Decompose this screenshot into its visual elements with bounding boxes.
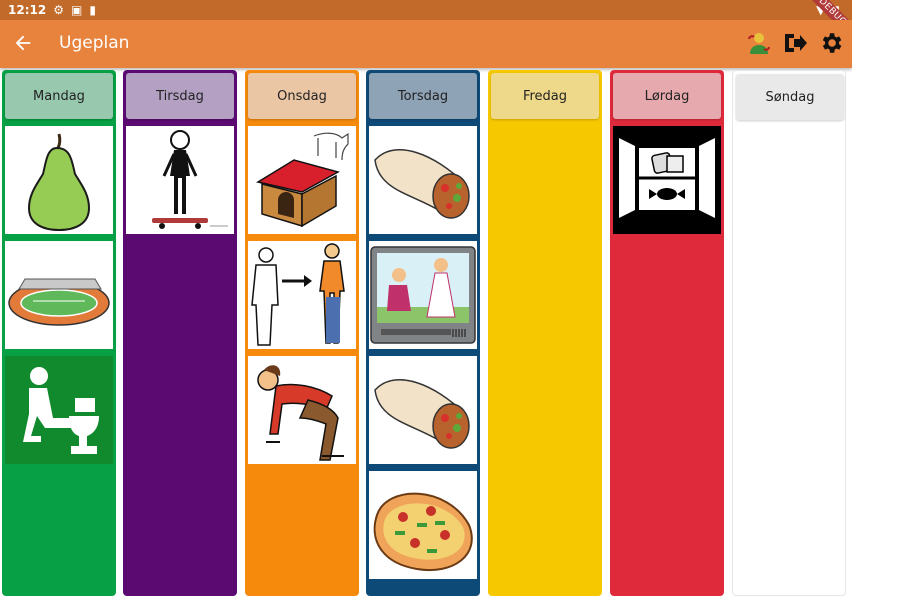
status-bar: 12:12 ⚙ ▣ ▮ ▼ ▮: [0, 0, 852, 20]
burrito-pictogram: [374, 149, 470, 219]
tv-pictogram: [370, 246, 476, 344]
sd-card-icon: ▮: [89, 3, 96, 17]
day-header-wednesday: Onsdag: [248, 73, 356, 119]
activity-card-skateboard[interactable]: [126, 126, 234, 234]
day-header-thursday: Torsdag: [369, 73, 477, 119]
burrito-pictogram: [374, 379, 470, 449]
bend-down-pictogram: [257, 365, 344, 461]
settings-notification-icon: ⚙: [53, 3, 64, 17]
activity-card-pizza[interactable]: [369, 471, 477, 579]
activity-card-doghouse[interactable]: [248, 126, 356, 234]
day-column-sunday[interactable]: Søndag: [732, 70, 846, 596]
day-header-sunday: Søndag: [736, 74, 844, 120]
treat-cupboard-pictogram: [613, 126, 721, 234]
day-column-wednesday[interactable]: Onsdag: [245, 70, 359, 596]
change-citizen-icon[interactable]: [746, 30, 772, 56]
day-column-friday[interactable]: Fredag: [488, 70, 602, 596]
running-track-pictogram: [8, 278, 110, 326]
pear-pictogram: [27, 133, 91, 232]
toilet-pictogram: [23, 367, 99, 454]
activity-card-bend-down[interactable]: [248, 356, 356, 464]
logout-icon[interactable]: [782, 30, 808, 56]
back-arrow-icon[interactable]: [12, 32, 34, 54]
activity-card-burrito-1[interactable]: [369, 126, 477, 234]
activity-card-treat-cupboard[interactable]: [613, 126, 721, 234]
day-column-monday[interactable]: Mandag: [2, 70, 116, 596]
pizza-pictogram: [373, 492, 473, 572]
day-header-friday: Fredag: [491, 73, 599, 119]
day-column-tuesday[interactable]: Tirsdag: [123, 70, 237, 596]
day-header-monday: Mandag: [5, 73, 113, 119]
day-column-thursday[interactable]: Torsdag: [366, 70, 480, 596]
activity-card-burrito-2[interactable]: [369, 356, 477, 464]
activity-card-running-track[interactable]: [5, 241, 113, 349]
settings-gear-icon[interactable]: [818, 30, 844, 56]
app-window: 12:12 ⚙ ▣ ▮ ▼ ▮ DEBUG Ugeplan: [0, 0, 852, 599]
day-column-saturday[interactable]: Lørdag: [610, 70, 724, 596]
doghouse-pictogram: [256, 132, 349, 228]
app-notification-icon: ▣: [70, 3, 83, 17]
page-title: Ugeplan: [59, 33, 130, 53]
activity-card-tv[interactable]: [369, 241, 477, 349]
day-header-tuesday: Tirsdag: [126, 73, 234, 119]
week-schedule-board: Mandag Tirsdag Onsdag Torsdag Fredag Lør…: [2, 70, 850, 598]
status-time: 12:12: [8, 3, 47, 17]
activity-card-toilet[interactable]: [5, 356, 113, 464]
activity-card-grow-up[interactable]: [248, 241, 356, 349]
day-header-saturday: Lørdag: [613, 73, 721, 119]
skateboard-pictogram: [152, 130, 228, 229]
app-bar: Ugeplan: [0, 20, 852, 68]
grow-up-pictogram: [251, 243, 345, 346]
activity-card-pear[interactable]: [5, 126, 113, 234]
